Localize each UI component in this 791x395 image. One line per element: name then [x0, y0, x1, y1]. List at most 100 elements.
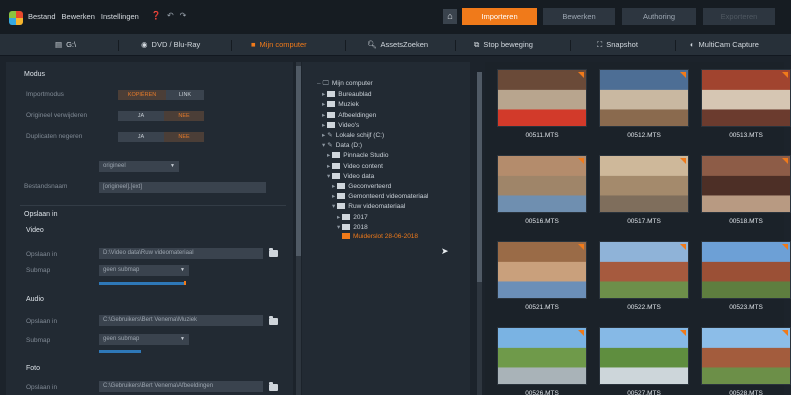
media-thumbnail[interactable]: [701, 241, 791, 299]
foto-path-input[interactable]: C:\Gebruikers\Bert Venema\Afbeeldingen: [99, 381, 263, 392]
import-mode-link-button[interactable]: LINK: [166, 90, 204, 100]
chevron-right-icon[interactable]: ▸: [332, 193, 335, 200]
media-filename: 00517.MTS: [627, 218, 661, 225]
chevron-down-icon[interactable]: ▾: [337, 224, 340, 231]
menu-instellingen[interactable]: Instellingen: [101, 12, 139, 21]
duplicates-yes-button[interactable]: JA: [118, 132, 164, 142]
tab-stop-beweging[interactable]: ⧉ Stop beweging: [474, 38, 533, 52]
audio-path-input[interactable]: C:\Gebruikers\Bert Venema\Muziek: [99, 315, 263, 326]
tree-scrollbar[interactable]: [477, 72, 482, 395]
tab-separator: [345, 40, 346, 51]
tree-item-label: Afbeeldingen: [338, 111, 377, 119]
tree-item[interactable]: ▾ 2018: [337, 223, 368, 231]
tab-mijn-computer[interactable]: ■ Mijn computer: [251, 38, 307, 52]
media-thumbnail[interactable]: [497, 155, 587, 213]
tab-multicam-capture[interactable]: ◐ MultiCam Capture: [690, 38, 759, 52]
video-badge-icon: [680, 330, 686, 336]
tree-item[interactable]: – 🖵︎ Mijn computer: [317, 80, 373, 88]
folder-icon: [327, 111, 336, 118]
overwrite-no-button[interactable]: NEE: [164, 111, 204, 121]
forward-icon[interactable]: ↷: [180, 11, 187, 20]
mode-tab-bewerken[interactable]: Bewerken: [543, 8, 615, 25]
tree-item[interactable]: ▸ ✎ Lokale schijf (C:): [322, 131, 384, 139]
tab-drive-g[interactable]: ▤ G:\: [55, 38, 76, 52]
folder-icon[interactable]: [269, 316, 278, 325]
media-thumbnail[interactable]: [497, 69, 587, 127]
media-thumbnail[interactable]: [497, 241, 587, 299]
audio-subfolder-select[interactable]: geen submap ▼: [99, 334, 189, 345]
collapse-icon[interactable]: –: [317, 80, 321, 87]
folder-icon[interactable]: [269, 248, 278, 257]
tree-item[interactable]: ▸ Gemonteerd videomateriaal: [332, 192, 428, 200]
media-thumbnail[interactable]: [701, 69, 791, 127]
tree-item[interactable]: ▸ Afbeeldingen: [322, 111, 376, 119]
chevron-down-icon[interactable]: ▾: [332, 203, 335, 210]
tree-item[interactable]: ▾ ✎ Data (D:): [322, 141, 362, 149]
settings-scrollbar-thumb[interactable]: [296, 66, 301, 256]
filename-input[interactable]: [origineel].[ext]: [99, 182, 266, 193]
tree-item[interactable]: ▾ Ruw videomateriaal: [332, 202, 405, 210]
tree-item[interactable]: ▸ Video's: [322, 121, 359, 129]
name-format-select[interactable]: origineel ▼: [99, 161, 179, 172]
media-thumbnail[interactable]: [599, 69, 689, 127]
import-mode-copy-button[interactable]: KOPIËREN: [118, 90, 166, 100]
tree-item[interactable]: ▸ Geconverteerd: [332, 182, 391, 190]
media-thumbnail[interactable]: [497, 327, 587, 385]
menu-icons: ❓ ↶ ↷: [151, 11, 186, 20]
menu-bestand[interactable]: Bestand: [28, 12, 56, 21]
chevron-right-icon[interactable]: ▸: [322, 132, 325, 139]
tree-item[interactable]: ▸ Video content: [327, 162, 383, 170]
duplicates-no-button[interactable]: NEE: [164, 132, 204, 142]
folder-icon: [342, 233, 350, 239]
tree-item[interactable]: Muiderslot 28-06-2018: [342, 233, 418, 240]
media-thumbnail[interactable]: [599, 241, 689, 299]
tree-scrollbar-thumb[interactable]: [477, 72, 482, 282]
home-icon[interactable]: ⌂: [443, 9, 457, 24]
tree-item[interactable]: ▸ 2017: [337, 213, 368, 221]
video-subfolder-select[interactable]: geen submap ▼: [99, 265, 189, 276]
tab-assets-zoeken[interactable]: 🔍︎ AssetsZoeken: [367, 38, 428, 52]
folder-icon[interactable]: [269, 382, 278, 391]
mode-tab-exporteren[interactable]: Exporteren: [703, 8, 775, 25]
tree-item[interactable]: ▾ Video data: [327, 172, 374, 180]
tab-multicam-capture-label: MultiCam Capture: [698, 40, 759, 49]
tab-snapshot[interactable]: ⛶ Snapshot: [597, 38, 638, 52]
tree-item[interactable]: ▸ Pinnacle Studio: [327, 151, 388, 159]
menu-bewerken[interactable]: Bewerken: [62, 12, 95, 21]
folder-icon: [342, 213, 351, 220]
tree-item-label: Muiderslot 28-06-2018: [353, 233, 419, 240]
chevron-right-icon[interactable]: ▸: [322, 101, 325, 108]
help-icon[interactable]: ❓: [151, 11, 161, 20]
video-path-input[interactable]: D:\Video data\Ruw videomateriaal: [99, 248, 263, 259]
chevron-right-icon[interactable]: ▸: [337, 214, 340, 221]
disc-icon: ◉: [141, 40, 148, 49]
mode-tab-authoring[interactable]: Authoring: [622, 8, 696, 25]
media-thumbnail[interactable]: [599, 327, 689, 385]
chevron-down-icon[interactable]: ▾: [322, 142, 325, 149]
media-thumbnail[interactable]: [701, 155, 791, 213]
folder-icon: [327, 121, 336, 128]
app-logo-icon: [9, 11, 23, 25]
stop-motion-icon: ⧉: [474, 40, 480, 49]
media-thumbnail[interactable]: [599, 155, 689, 213]
chevron-right-icon[interactable]: ▸: [322, 91, 325, 98]
mode-tab-importeren[interactable]: Importeren: [462, 8, 537, 25]
overwrite-yes-button[interactable]: JA: [118, 111, 164, 121]
chevron-right-icon[interactable]: ▸: [327, 163, 330, 170]
tree-item[interactable]: ▸ Muziek: [322, 100, 359, 108]
chevron-right-icon[interactable]: ▸: [322, 112, 325, 119]
import-settings-panel: Modus Importmodus KOPIËREN LINK Originee…: [6, 62, 293, 395]
chevron-right-icon[interactable]: ▸: [332, 183, 335, 190]
chevron-down-icon[interactable]: ▾: [327, 173, 330, 180]
tree-item[interactable]: ▸ Bureaublad: [322, 90, 372, 98]
tab-separator: [118, 40, 119, 51]
folder-icon: [337, 193, 346, 200]
back-icon[interactable]: ↶: [167, 11, 174, 20]
settings-scrollbar[interactable]: [296, 62, 301, 395]
media-thumbnail[interactable]: [701, 327, 791, 385]
chevron-right-icon[interactable]: ▸: [322, 122, 325, 129]
chevron-right-icon[interactable]: ▸: [327, 152, 330, 159]
tab-dvd-bluray[interactable]: ◉ DVD / Blu-Ray: [141, 38, 200, 52]
tab-assets-zoeken-label: AssetsZoeken: [380, 40, 429, 49]
folder-icon: [327, 91, 336, 98]
